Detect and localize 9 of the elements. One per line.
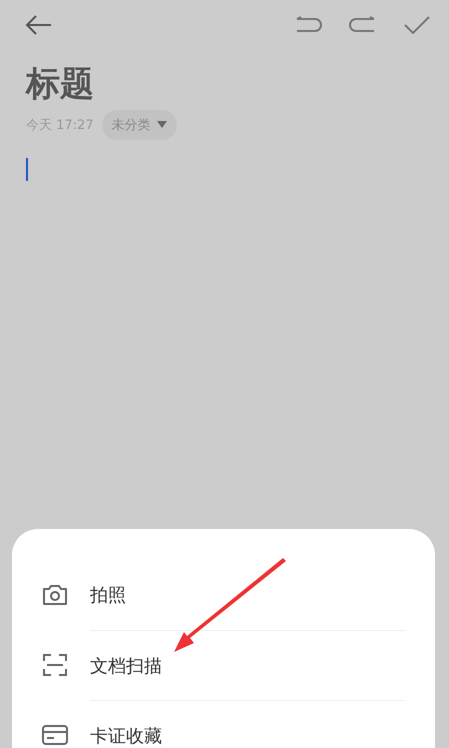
caret-icon xyxy=(156,121,167,129)
back-icon[interactable] xyxy=(24,14,52,36)
card-icon xyxy=(41,723,69,747)
menu-item[interactable]: 拍照 xyxy=(90,560,405,630)
scan-icon xyxy=(41,652,69,678)
check-icon[interactable] xyxy=(403,15,431,35)
note-title[interactable]: 标题 xyxy=(26,62,449,106)
menu-item[interactable]: 卡证收藏 xyxy=(90,700,405,748)
camera-icon xyxy=(41,583,69,607)
